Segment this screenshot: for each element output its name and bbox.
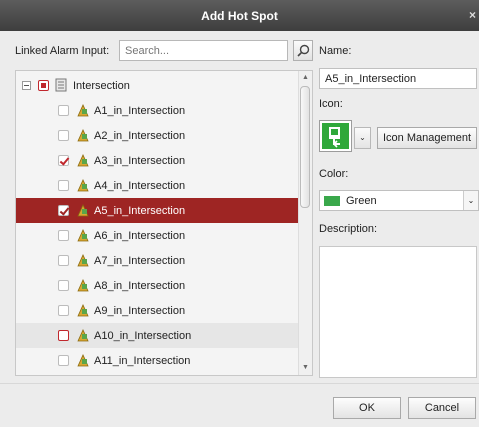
alarm-input-icon: [77, 279, 89, 292]
tree-item-a9[interactable]: A9_in_Intersection: [16, 298, 298, 323]
tree-item-a2[interactable]: A2_in_Intersection: [16, 123, 298, 148]
item-checkbox[interactable]: [58, 355, 69, 366]
alarm-input-icon: [77, 304, 89, 317]
alarm-input-icon: [77, 254, 89, 267]
tree-item-label: A1_in_Intersection: [94, 105, 186, 117]
tree-item-a7[interactable]: A7_in_Intersection: [16, 248, 298, 273]
tree-item-label: A5_in_Intersection: [94, 205, 186, 217]
icon-picker[interactable]: [319, 120, 352, 152]
scroll-down-icon[interactable]: ▼: [299, 361, 312, 375]
intersection-icon: [55, 78, 67, 92]
chevron-down-icon: ⌄: [359, 133, 366, 142]
tree-item-label: A9_in_Intersection: [94, 305, 186, 317]
tree-root-intersection[interactable]: Intersection: [16, 73, 298, 98]
alarm-input-icon: [77, 104, 89, 117]
tree-item-label: A7_in_Intersection: [94, 255, 186, 267]
linked-alarm-input-label: Linked Alarm Input:: [15, 45, 110, 57]
color-value: Green: [346, 195, 377, 207]
color-swatch: [324, 196, 340, 206]
ok-button[interactable]: OK: [333, 397, 401, 419]
add-hot-spot-dialog: Add Hot Spot × Linked Alarm Input: Inter…: [0, 0, 479, 427]
tree-item-label: A6_in_Intersection: [94, 230, 186, 242]
tree-item-a10[interactable]: A10_in_Intersection: [16, 323, 298, 348]
item-checkbox[interactable]: [58, 330, 69, 341]
name-field[interactable]: [319, 68, 477, 89]
name-label: Name:: [319, 45, 352, 57]
item-checkbox[interactable]: [58, 205, 69, 216]
tree-item-a5[interactable]: A5_in_Intersection: [16, 198, 298, 223]
hotspot-icon: [329, 127, 340, 148]
description-textarea[interactable]: [319, 246, 477, 378]
alarm-input-icon: [77, 129, 89, 142]
tree-item-label: A4_in_Intersection: [94, 180, 186, 192]
tree-item-label: A8_in_Intersection: [94, 280, 186, 292]
tree-item-label: A2_in_Intersection: [94, 130, 186, 142]
icon-management-button[interactable]: Icon Management: [377, 127, 477, 149]
description-label: Description:: [319, 223, 378, 235]
dialog-title: Add Hot Spot: [201, 9, 278, 23]
tree-item-a11[interactable]: A11_in_Intersection: [16, 348, 298, 373]
item-checkbox[interactable]: [58, 180, 69, 191]
search-input[interactable]: [119, 40, 288, 61]
tree-item-label: A3_in_Intersection: [94, 155, 186, 167]
item-checkbox[interactable]: [58, 155, 69, 166]
color-label: Color:: [319, 168, 349, 180]
scroll-up-icon[interactable]: ▲: [299, 71, 312, 85]
tree-item-a1[interactable]: A1_in_Intersection: [16, 98, 298, 123]
alarm-input-tree: Intersection A1_in_Intersection A2_in_In…: [15, 70, 313, 376]
color-select[interactable]: Green ⌄: [319, 190, 479, 211]
search-icon: [297, 44, 310, 57]
tree-item-a4[interactable]: A4_in_Intersection: [16, 173, 298, 198]
item-checkbox[interactable]: [58, 230, 69, 241]
scroll-thumb[interactable]: [300, 86, 310, 208]
tree-item-a6[interactable]: A6_in_Intersection: [16, 223, 298, 248]
search-button[interactable]: [293, 40, 313, 61]
tree-root-label: Intersection: [73, 80, 130, 92]
alarm-input-icon: [77, 354, 89, 367]
alarm-input-icon: [77, 329, 89, 342]
alarm-input-icon: [77, 179, 89, 192]
tree-item-label: A11_in_Intersection: [94, 355, 191, 367]
icon-label: Icon:: [319, 98, 343, 110]
alarm-input-icon: [77, 204, 89, 217]
cancel-button[interactable]: Cancel: [408, 397, 476, 419]
icon-dropdown-button[interactable]: ⌄: [354, 127, 371, 149]
tree-item-a3[interactable]: A3_in_Intersection: [16, 148, 298, 173]
item-checkbox[interactable]: [58, 305, 69, 316]
title-bar: Add Hot Spot ×: [0, 0, 479, 31]
item-checkbox[interactable]: [58, 280, 69, 291]
alarm-input-icon: [77, 154, 89, 167]
tree-item-label: A10_in_Intersection: [94, 330, 192, 342]
collapse-toggle[interactable]: [22, 81, 31, 90]
root-checkbox[interactable]: [38, 80, 49, 91]
hotspot-icon-bg: [322, 123, 349, 149]
close-icon[interactable]: ×: [469, 8, 476, 22]
alarm-input-icon: [77, 229, 89, 242]
tree-item-a8[interactable]: A8_in_Intersection: [16, 273, 298, 298]
tree-scrollbar[interactable]: ▲ ▼: [298, 71, 312, 375]
item-checkbox[interactable]: [58, 130, 69, 141]
chevron-down-icon[interactable]: ⌄: [463, 191, 478, 210]
item-checkbox[interactable]: [58, 105, 69, 116]
item-checkbox[interactable]: [58, 255, 69, 266]
